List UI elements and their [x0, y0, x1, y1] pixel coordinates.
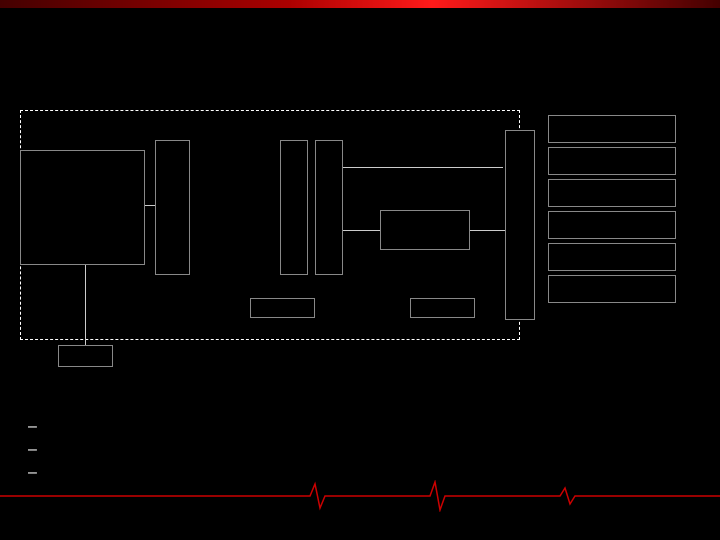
- request-response-label: [355, 158, 495, 178]
- architecture-diagram: [20, 110, 700, 400]
- stack-stateless-ejb: [548, 179, 676, 207]
- stack-jms: [548, 275, 676, 303]
- bullet-3: [28, 461, 37, 484]
- bullet-1: [28, 415, 37, 438]
- bullet-2: [28, 438, 37, 461]
- connector-line: [470, 230, 505, 231]
- stack-plsql: [548, 211, 676, 239]
- soap-servlet-box: [315, 140, 343, 275]
- web-service-client-box: [20, 150, 145, 265]
- stack-htmlxml: [548, 243, 676, 271]
- message-oriented-box: [380, 210, 470, 250]
- header-accent: [0, 0, 720, 8]
- apache-http-box: [280, 140, 308, 275]
- services-row: [196, 332, 686, 352]
- java-xml-binding-box: [505, 130, 535, 320]
- publish-label: [375, 280, 455, 296]
- find-label: [202, 240, 277, 266]
- ekg-graphic: [0, 480, 720, 512]
- bullet-list: [28, 415, 37, 485]
- connector-line: [343, 230, 380, 231]
- connector-line: [343, 167, 503, 168]
- stack-stateful-java: [548, 147, 676, 175]
- binding-box: [155, 140, 190, 275]
- stack-stateless-java: [548, 115, 676, 143]
- impl-stack-column: [548, 115, 676, 307]
- wsdl-box: [410, 298, 475, 318]
- soap-label: [202, 150, 277, 176]
- connector-line: [85, 265, 86, 345]
- uddi-left-box: [58, 345, 113, 367]
- uddi-middle-box: [250, 298, 315, 318]
- connector-line: [145, 205, 155, 206]
